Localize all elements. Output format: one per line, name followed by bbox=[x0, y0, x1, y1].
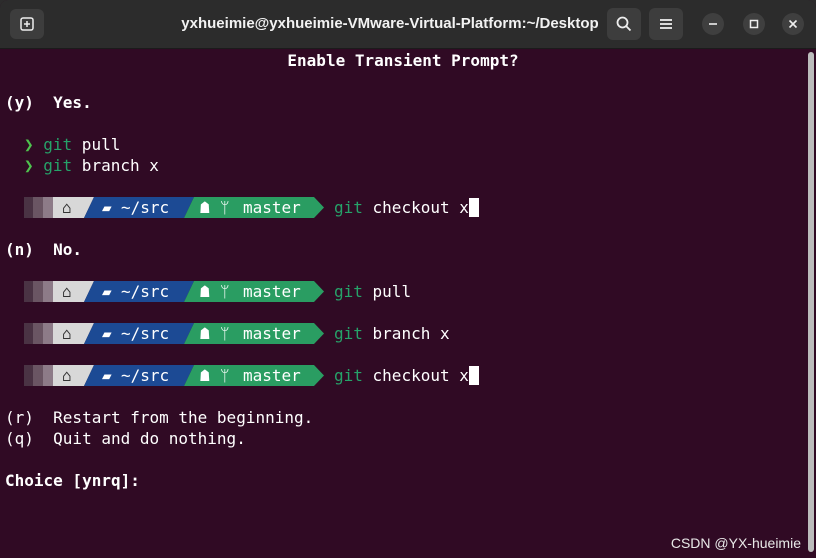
prompt-arrow-icon: ❯ bbox=[24, 135, 44, 154]
search-icon bbox=[616, 16, 632, 32]
prompt-command: git checkout x bbox=[334, 197, 479, 218]
directory: ~/src bbox=[121, 324, 170, 343]
history-line: ❯ git branch x bbox=[24, 155, 159, 176]
command-args: checkout x bbox=[362, 198, 469, 217]
github-icon: ☗ bbox=[200, 366, 210, 385]
command-name: git bbox=[43, 135, 73, 154]
scrollbar[interactable] bbox=[808, 52, 814, 552]
command-name: git bbox=[334, 324, 363, 343]
maximize-icon bbox=[749, 19, 759, 29]
folder-icon: ▰ bbox=[102, 198, 112, 217]
branch-icon: ᛘ bbox=[220, 366, 230, 385]
command-name: git bbox=[334, 366, 363, 385]
text-cursor bbox=[468, 366, 479, 385]
search-button[interactable] bbox=[607, 8, 641, 40]
choice-prompt: Choice [ynrq]: bbox=[5, 471, 140, 490]
directory: ~/src bbox=[121, 282, 170, 301]
command-args: branch x bbox=[72, 156, 159, 175]
heading: Enable Transient Prompt? bbox=[287, 51, 519, 70]
github-icon: ☗ bbox=[200, 324, 210, 343]
os-icon: ⌂ bbox=[62, 198, 72, 217]
minimize-icon bbox=[709, 23, 717, 25]
branch-icon: ᛘ bbox=[220, 282, 230, 301]
os-icon: ⌂ bbox=[62, 282, 72, 301]
text-cursor bbox=[468, 198, 479, 217]
command-name: git bbox=[334, 282, 363, 301]
directory: ~/src bbox=[121, 198, 170, 217]
window-title: yxhueimie@yxhueimie-VMware-Virtual-Platf… bbox=[181, 15, 599, 32]
option-quit: (q) Quit and do nothing. bbox=[5, 429, 246, 448]
watermark: CSDN @YX-hueimie bbox=[670, 535, 801, 551]
prompt-command: git branch x bbox=[334, 323, 450, 344]
terminal-window: yxhueimie@yxhueimie-VMware-Virtual-Platf… bbox=[0, 0, 816, 558]
command-args: checkout x bbox=[362, 366, 469, 385]
command-name: git bbox=[43, 156, 73, 175]
os-icon: ⌂ bbox=[62, 324, 72, 343]
os-icon: ⌂ bbox=[62, 366, 72, 385]
branch-name: master bbox=[243, 324, 301, 343]
directory: ~/src bbox=[121, 366, 170, 385]
command-args: pull bbox=[362, 282, 412, 301]
folder-icon: ▰ bbox=[102, 282, 112, 301]
branch-name: master bbox=[243, 198, 301, 217]
menu-button[interactable] bbox=[649, 8, 683, 40]
title-bar: yxhueimie@yxhueimie-VMware-Virtual-Platf… bbox=[0, 0, 816, 49]
github-icon: ☗ bbox=[200, 282, 210, 301]
close-icon bbox=[788, 19, 798, 29]
hamburger-menu-icon bbox=[660, 19, 672, 29]
branch-name: master bbox=[243, 366, 301, 385]
prompt-arrow-icon: ❯ bbox=[24, 156, 44, 175]
branch-icon: ᛘ bbox=[220, 324, 230, 343]
folder-icon: ▰ bbox=[102, 324, 112, 343]
option-yes: (y) Yes. bbox=[5, 93, 92, 112]
branch-name: master bbox=[243, 282, 301, 301]
command-args: branch x bbox=[362, 324, 450, 343]
github-icon: ☗ bbox=[200, 198, 210, 217]
terminal-output[interactable]: Enable Transient Prompt? (y) Yes. ❯ git … bbox=[0, 49, 806, 558]
minimize-button[interactable] bbox=[702, 13, 724, 35]
history-line: ❯ git pull bbox=[24, 134, 120, 155]
prompt-command: git pull bbox=[334, 281, 411, 302]
new-tab-icon bbox=[20, 17, 34, 31]
branch-icon: ᛘ bbox=[220, 198, 230, 217]
option-no: (n) No. bbox=[5, 240, 83, 259]
new-tab-button[interactable] bbox=[10, 9, 44, 39]
command-name: git bbox=[334, 198, 363, 217]
prompt-command: git checkout x bbox=[334, 365, 479, 386]
command-args: pull bbox=[72, 135, 121, 154]
option-restart: (r) Restart from the beginning. bbox=[5, 408, 314, 427]
folder-icon: ▰ bbox=[102, 366, 112, 385]
maximize-button[interactable] bbox=[743, 13, 765, 35]
close-button[interactable] bbox=[782, 13, 804, 35]
